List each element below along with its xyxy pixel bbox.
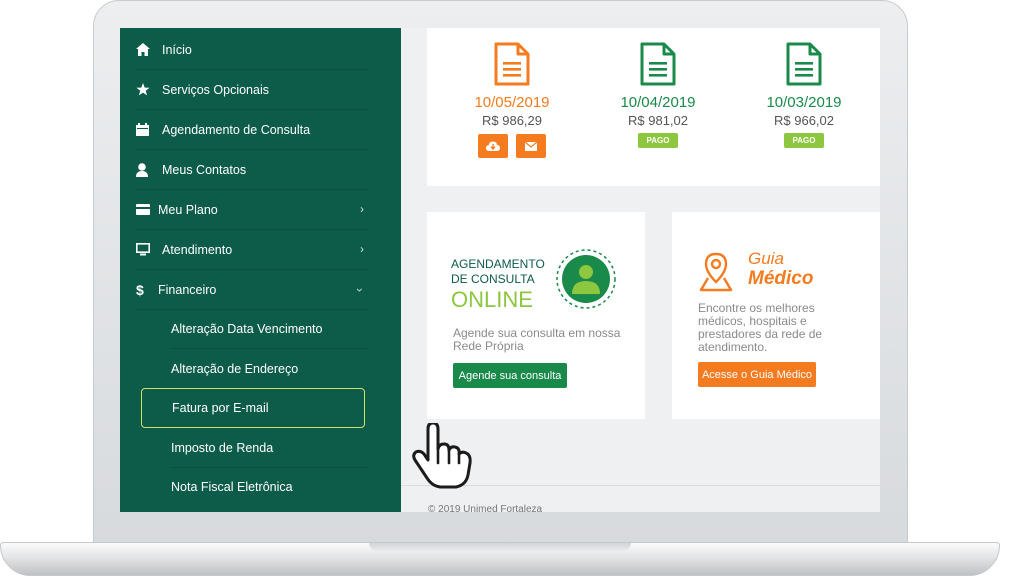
sidebar-subitem-fatura-email[interactable]: Fatura por E-mail [141,388,365,428]
chevron-right-icon: › [360,242,364,256]
invoice-date: 10/03/2019 [766,94,842,111]
sidebar-subitem-nota-fiscal[interactable]: Nota Fiscal Eletrônica [171,467,368,507]
invoice-item[interactable]: 10/04/2019 R$ 981,02 PAGO [598,42,718,148]
sidebar-item-meu-plano[interactable]: Meu Plano › [136,190,368,230]
agendamento-text: Agende sua consulta em nossa Rede Própri… [453,326,621,353]
sidebar-item-atendimento[interactable]: Atendimento › [136,230,368,270]
sidebar-subitem-endereco[interactable]: Alteração de Endereço [171,349,368,389]
sidebar-item-label: Atendimento [162,242,233,257]
doctor-avatar-icon [556,249,616,309]
map-pin-icon [699,252,733,292]
sidebar-item-label: Agendamento de Consulta [162,122,311,137]
sidebar-item-label: Serviços Opcionais [162,82,269,97]
status-badge: PAGO [637,133,679,148]
sidebar-item-servicos[interactable]: Serviços Opcionais [136,70,368,110]
sidebar-subitem-label: Imposto de Renda [171,440,274,455]
sidebar-subitem-label: Nota Fiscal Eletrônica [171,480,293,494]
invoice-item[interactable]: 10/03/2019 R$ 966,02 PAGO [744,42,864,148]
document-icon [786,42,822,86]
guia-title-line: Médico [748,268,814,289]
sidebar-item-label: Financeiro [158,282,217,297]
invoices-card: 10/05/2019 R$ 986,29 10/04/2019 R$ 981,0… [427,28,880,186]
sidebar-item-inicio[interactable]: Início [136,30,368,70]
home-icon [136,43,162,56]
sidebar-item-agendamento[interactable]: Agendamento de Consulta [136,110,368,150]
laptop-notch [369,543,631,551]
sidebar-item-label: Início [162,42,192,57]
invoice-actions [452,134,572,158]
agendamento-title-line: ONLINE [451,287,533,312]
sidebar: Início Serviços Opcionais Agendamento de… [120,28,401,512]
guia-medico-title: Guia Médico [748,249,813,289]
sidebar-subitem-imposto-renda[interactable]: Imposto de Renda [171,428,368,468]
footer-copyright: © 2019 Unimed Fortaleza [428,504,543,512]
sidebar-subitem-label: Alteração de Endereço [171,361,299,376]
guia-medico-card: Guia Médico Encontre os melhores médicos… [672,212,880,419]
chevron-down-icon: › [353,288,367,292]
status-badge: PAGO [783,133,825,148]
dollar-icon: $ [136,281,144,298]
chevron-right-icon: › [360,202,364,216]
calendar-icon [136,123,162,136]
user-icon [136,162,162,177]
sidebar-subitem-data-vencimento[interactable]: Alteração Data Vencimento [171,309,368,349]
cloud-download-icon [486,141,500,151]
guia-title-line: Guia [748,249,784,268]
envelope-icon [525,141,537,151]
agendamento-card: AGENDAMENTO DE CONSULTA ONLINE Agende su… [427,212,645,419]
invoice-amount: R$ 981,02 [628,113,688,128]
sidebar-item-contatos[interactable]: Meus Contatos [136,150,368,190]
sidebar-subitem-label: Alteração Data Vencimento [171,321,323,336]
laptop-base [0,542,1000,576]
card-icon [136,204,158,215]
sidebar-item-label: Meus Contatos [162,162,247,177]
agende-consulta-button[interactable]: Agende sua consulta [453,363,567,388]
document-icon [640,42,676,86]
agendamento-title-line: DE CONSULTA [451,272,535,286]
agendamento-title: AGENDAMENTO DE CONSULTA ONLINE [451,257,545,312]
download-button[interactable] [478,134,508,158]
monitor-icon [136,243,162,256]
sidebar-subitem-label: Fatura por E-mail [172,401,269,415]
acesse-guia-button[interactable]: Acesse o Guia Médico [698,362,816,387]
document-icon [494,42,530,86]
sidebar-item-financeiro[interactable]: $ Financeiro › [136,270,368,310]
agendamento-title-line: AGENDAMENTO [451,257,545,271]
email-button[interactable] [516,134,546,158]
hand-pointer-icon [412,423,472,489]
invoice-amount: R$ 986,29 [482,113,542,128]
invoice-item[interactable]: 10/05/2019 R$ 986,29 [452,42,572,158]
invoice-date: 10/04/2019 [620,94,696,111]
laptop-screen: Início Serviços Opcionais Agendamento de… [120,28,880,512]
guia-medico-text: Encontre os melhores médicos, hospitais … [698,301,823,354]
sidebar-item-label: Meu Plano [158,202,218,217]
star-icon [136,83,162,96]
invoice-amount: R$ 966,02 [774,113,834,128]
invoice-date: 10/05/2019 [474,94,550,111]
